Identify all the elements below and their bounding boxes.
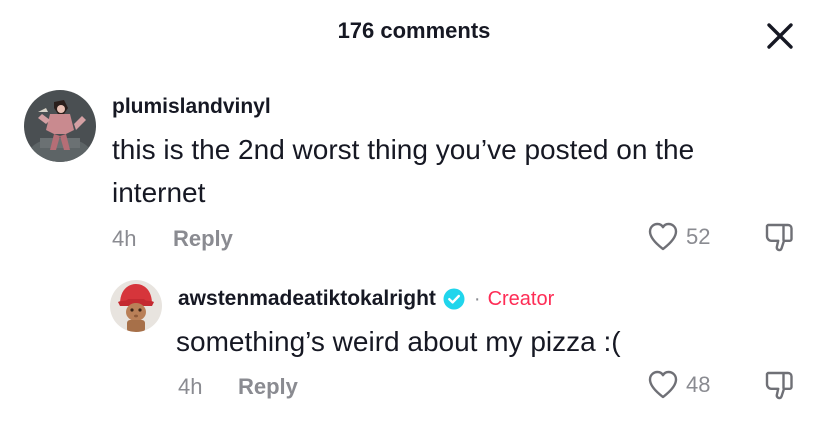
creator-avatar[interactable] (110, 280, 162, 332)
heart-outline-icon (646, 368, 680, 402)
close-icon[interactable] (760, 16, 800, 56)
reply-text: something’s weird about my pizza :( (176, 326, 621, 357)
like-count: 48 (686, 372, 711, 397)
comment-text: this is the 2nd worst thing you’ve poste… (112, 128, 802, 214)
verified-badge-icon (443, 288, 465, 310)
creator-badge: Creator (487, 287, 555, 310)
reply-button[interactable]: Reply (173, 226, 233, 252)
like-count: 52 (686, 224, 711, 249)
like-button[interactable]: 48 (646, 368, 710, 402)
reply-username[interactable]: awstenmadeatiktokalright (178, 287, 436, 311)
comments-count-title: 176 comments (337, 18, 491, 43)
comments-sheet: 176 comments plumislandvinyl this is the… (0, 0, 828, 432)
thumbs-down-icon[interactable] (762, 220, 796, 254)
comment-timestamp: 4h (112, 226, 137, 251)
heart-outline-icon (646, 220, 680, 254)
user-avatar[interactable] (24, 90, 96, 162)
like-button[interactable]: 52 (646, 220, 710, 254)
reply-timestamp: 4h (178, 374, 203, 399)
reply-header: awstenmadeatiktokalright · Creator (178, 287, 554, 311)
reply-button[interactable]: Reply (238, 374, 298, 400)
badge-separator: · (473, 287, 481, 310)
comment-username[interactable]: plumislandvinyl (112, 95, 271, 119)
comment-text-line: internet (112, 177, 206, 208)
comment-text-line: this is the 2nd worst thing you’ve poste… (112, 134, 695, 165)
thumbs-down-icon[interactable] (762, 368, 796, 402)
